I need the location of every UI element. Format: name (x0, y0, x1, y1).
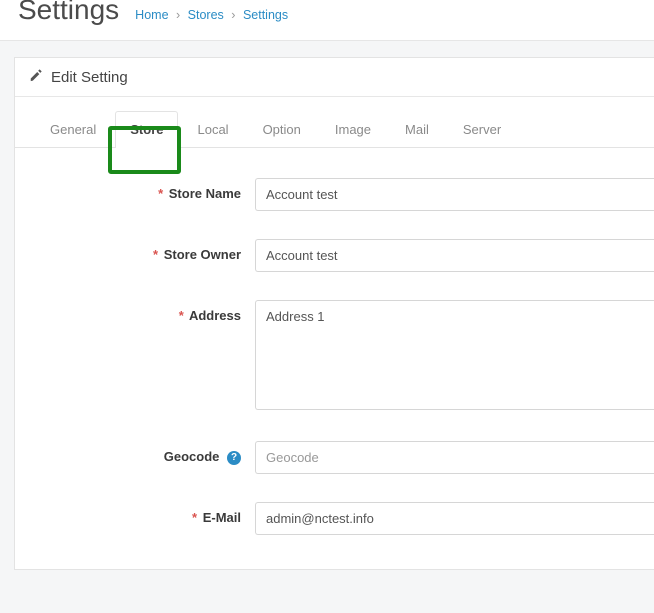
email-label: * E-Mail (15, 502, 255, 525)
address-input[interactable] (255, 300, 654, 410)
tab-general[interactable]: General (35, 111, 111, 147)
tab-local[interactable]: Local (182, 111, 243, 147)
settings-panel: Edit Setting General Store Local Option … (14, 57, 654, 570)
required-mark: * (158, 186, 163, 201)
tab-mail[interactable]: Mail (390, 111, 444, 147)
tab-server[interactable]: Server (448, 111, 516, 147)
geocode-label: Geocode ? (15, 441, 255, 465)
store-name-label: * Store Name (15, 178, 255, 201)
store-owner-label: * Store Owner (15, 239, 255, 262)
chevron-right-icon: › (176, 8, 180, 22)
breadcrumb-settings[interactable]: Settings (243, 8, 288, 22)
tabs: General Store Local Option Image Mail Se… (15, 97, 654, 148)
chevron-right-icon: › (231, 8, 235, 22)
geocode-input[interactable] (255, 441, 654, 474)
required-mark: * (192, 510, 197, 525)
pencil-icon (29, 68, 51, 86)
page-header: Settings Home › Stores › Settings (0, 0, 654, 41)
breadcrumb-home[interactable]: Home (135, 8, 168, 22)
panel-heading: Edit Setting (15, 58, 654, 97)
page-title: Settings (18, 0, 119, 26)
breadcrumb-stores[interactable]: Stores (188, 8, 224, 22)
address-label: * Address (15, 300, 255, 323)
help-icon[interactable]: ? (227, 451, 241, 465)
store-form: * Store Name * Store Owner * Address (15, 148, 654, 569)
store-name-input[interactable] (255, 178, 654, 211)
tab-image[interactable]: Image (320, 111, 386, 147)
panel-heading-text: Edit Setting (51, 69, 128, 86)
tab-store[interactable]: Store (115, 111, 178, 148)
store-owner-input[interactable] (255, 239, 654, 272)
required-mark: * (179, 308, 184, 323)
required-mark: * (153, 247, 158, 262)
email-input[interactable] (255, 502, 654, 535)
tab-option[interactable]: Option (248, 111, 316, 147)
breadcrumb: Home › Stores › Settings (135, 8, 288, 22)
